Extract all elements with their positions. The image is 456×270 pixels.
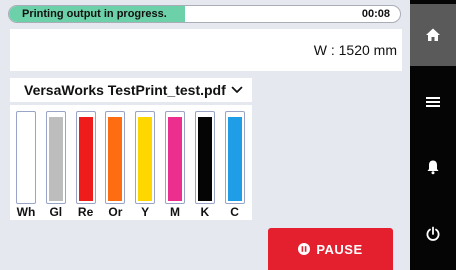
ink-label: Wh: [16, 205, 36, 219]
ink-level-fill: [138, 117, 153, 201]
print-status-bar: Printing output in progress. 00:08: [8, 5, 401, 23]
ink-level-fill: [168, 117, 182, 201]
ink-label: Or: [108, 205, 123, 219]
ink-cartridge-k: [194, 111, 215, 204]
elapsed-time: 00:08: [361, 8, 390, 20]
home-button[interactable]: [410, 4, 456, 66]
menu-button[interactable]: [410, 71, 456, 133]
ink-label: Y: [141, 205, 150, 219]
pause-circle-icon: [298, 243, 311, 255]
job-file-name: VersaWorks TestPrint_test.pdf: [24, 82, 226, 98]
ink-level-fill: [48, 117, 63, 201]
ink-label: C: [230, 205, 239, 219]
chevron-down-icon: [231, 86, 243, 93]
ink-cartridge-y: [135, 111, 156, 204]
ink-level-fill: [227, 117, 242, 201]
status-message: Printing output in progress.: [22, 8, 167, 20]
ink-cartridge-c: [224, 111, 245, 204]
ink-level-fill: [78, 117, 93, 201]
ink-label: Gl: [49, 205, 63, 219]
media-width: W : 1520 mm: [313, 42, 397, 58]
menu-icon: [426, 97, 440, 107]
pause-label: PAUSE: [316, 241, 363, 257]
ink-label: Re: [77, 205, 94, 219]
ink-level-fill: [197, 117, 212, 201]
ink-level-fill: [19, 117, 33, 201]
ink-cartridge-gl: [45, 111, 66, 204]
ink-cartridge-or: [105, 111, 126, 204]
bell-icon: [427, 160, 439, 175]
ink-cartridge-wh: [16, 111, 36, 204]
ink-label: M: [170, 205, 180, 219]
ink-level-fill: [108, 117, 123, 201]
power-button[interactable]: [410, 203, 456, 265]
notifications-button[interactable]: [410, 136, 456, 198]
home-icon: [426, 28, 440, 41]
job-file-dropdown[interactable]: VersaWorks TestPrint_test.pdf: [10, 78, 252, 102]
ink-cartridge-m: [165, 111, 185, 204]
navigation-sidebar: [410, 0, 456, 270]
ink-levels-panel: Wh Gl Re Or Y M K C: [10, 105, 252, 220]
pause-button[interactable]: PAUSE: [268, 228, 393, 270]
power-icon: [426, 226, 440, 241]
ink-label: K: [200, 205, 210, 219]
ink-cartridge-re: [75, 111, 96, 204]
media-width-panel: W : 1520 mm: [10, 29, 402, 71]
